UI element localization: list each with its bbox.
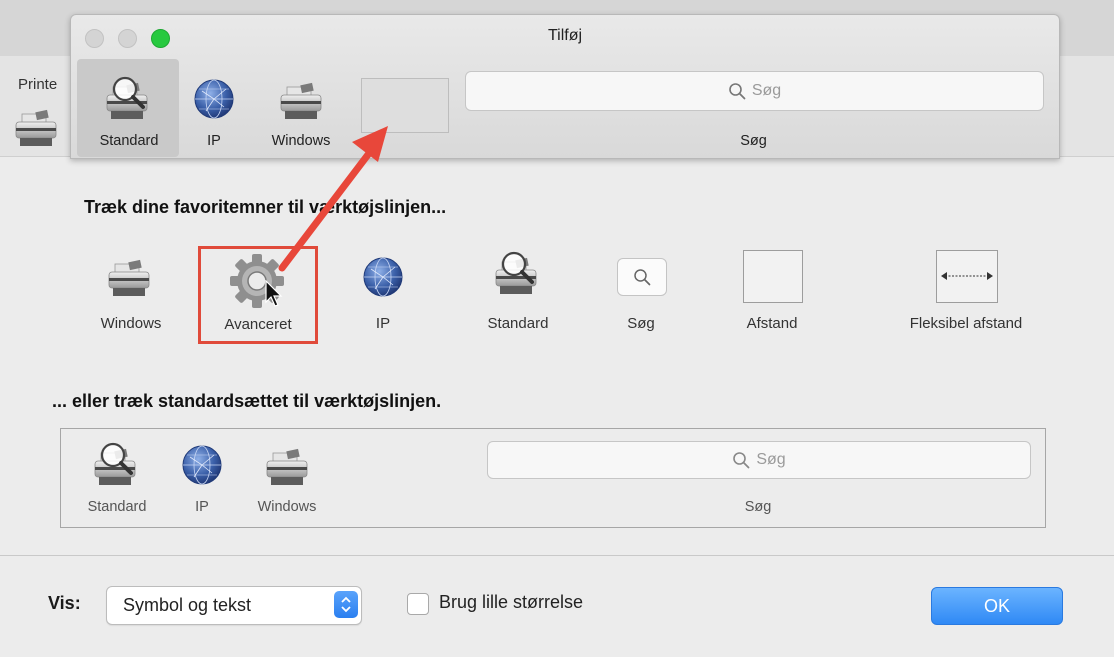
toolbar-item-windows[interactable]: Windows [251,75,351,149]
toolbar-sheet: Tilføj Standard IP Windows Søg Søg [70,14,1060,159]
palette-item-label: Søg [627,315,655,332]
toolbar-item-label: IP [207,133,221,149]
search-icon [634,269,651,286]
default-item-label: Standard [87,499,147,515]
footer-divider [0,555,1114,556]
small-size-checkbox[interactable] [407,593,429,615]
chevron-updown-icon [341,596,351,613]
default-item-windows: Windows [237,441,337,515]
palette-item-windows[interactable]: Windows [86,252,176,332]
palette-item-afstand[interactable]: Afstand [722,250,822,332]
show-select[interactable]: Symbol og tekst [106,586,362,625]
cursor-icon [265,280,283,307]
default-set-box[interactable]: Standard IP Windows Søg Søg [60,428,1046,528]
search-field[interactable]: Søg [465,71,1044,111]
palette-item-ip[interactable]: IP [353,252,413,332]
background-printer-icon [15,109,57,147]
background-tab-label[interactable]: Printe [18,76,57,93]
show-select-value: Symbol og tekst [123,595,252,615]
globe-icon [194,79,234,119]
default-item-label: Windows [257,499,317,515]
select-stepper-icon[interactable] [334,591,358,618]
default-item-ip: IP [167,441,237,515]
palette-item-label: Windows [100,315,162,332]
toolbar-item-standard[interactable]: Standard [79,75,179,149]
palette-item-label: Standard [487,315,549,332]
window-title: Tilføj [547,27,583,44]
space-icon [743,250,803,303]
search-label: Søg [740,133,767,149]
default-item-standard: Standard [67,441,167,515]
default-search-label: Søg [744,499,772,515]
printer-icon [108,259,150,297]
double-arrow-icon [941,272,993,280]
palette-item-label: Avanceret [224,316,292,333]
toolbar-item-label: Standard [99,133,159,149]
search-placeholder: Søg [756,451,786,468]
palette-item-label: IP [375,315,391,332]
search-placeholder: Søg [751,82,782,99]
toolbar-item-label: Windows [271,133,331,149]
palette-item-avanceret[interactable]: Avanceret [198,246,318,344]
palette-item-sog[interactable]: Søg [606,256,676,332]
small-size-label[interactable]: Brug lille størrelse [439,592,583,613]
printer-icon [280,82,322,120]
palette-item-fleksibel-afstand[interactable]: Fleksibel afstand [880,250,1052,332]
globe-icon [363,257,403,297]
search-icon-box [617,258,667,296]
search-icon [733,452,750,469]
show-label: Vis: [48,593,81,613]
ok-button[interactable]: OK [931,587,1063,625]
printer-magnifier-icon [93,441,141,489]
printer-icon [266,448,308,486]
toolbar-drop-target[interactable] [361,78,449,133]
globe-icon [182,445,222,485]
printer-magnifier-icon [494,250,542,302]
printer-magnifier-icon [105,75,153,123]
default-set-heading: ... eller træk standardsættet til værktø… [52,391,442,411]
default-item-label: IP [195,499,209,515]
palette-item-label: Fleksibel afstand [909,315,1023,332]
palette-item-standard[interactable]: Standard [468,250,568,332]
toolbar-item-ip[interactable]: IP [179,75,249,149]
palette-heading: Træk dine favoritemner til værktøjslinje… [84,197,447,217]
flexible-space-icon [936,250,998,303]
default-search-field: Søg [487,441,1031,479]
search-icon [729,83,746,100]
palette-item-label: Afstand [746,315,798,332]
